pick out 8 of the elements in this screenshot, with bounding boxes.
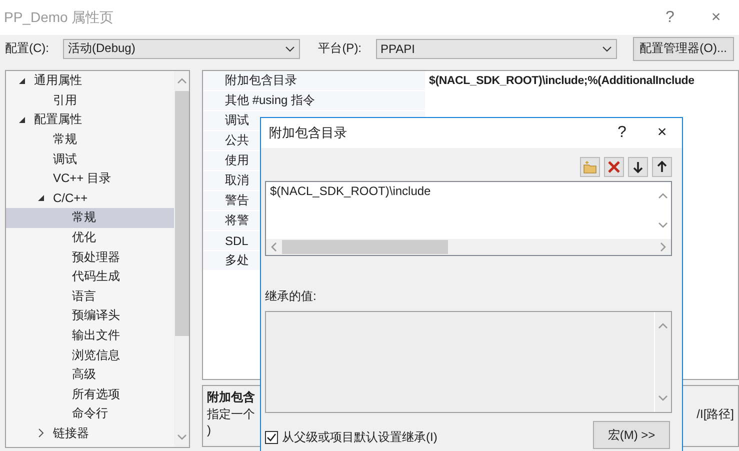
config-label: 配置(C):: [5, 40, 49, 57]
description-text: /I[路径]: [696, 406, 734, 424]
platform-label: 平台(P):: [318, 40, 362, 57]
window-title: PP_Demo 属性页: [4, 8, 115, 26]
inherited-values-label: 继承的值:: [265, 288, 318, 305]
description-text: ): [207, 423, 211, 438]
description-text: 指定一个: [207, 406, 255, 424]
description-title: 附加包含: [207, 389, 255, 406]
